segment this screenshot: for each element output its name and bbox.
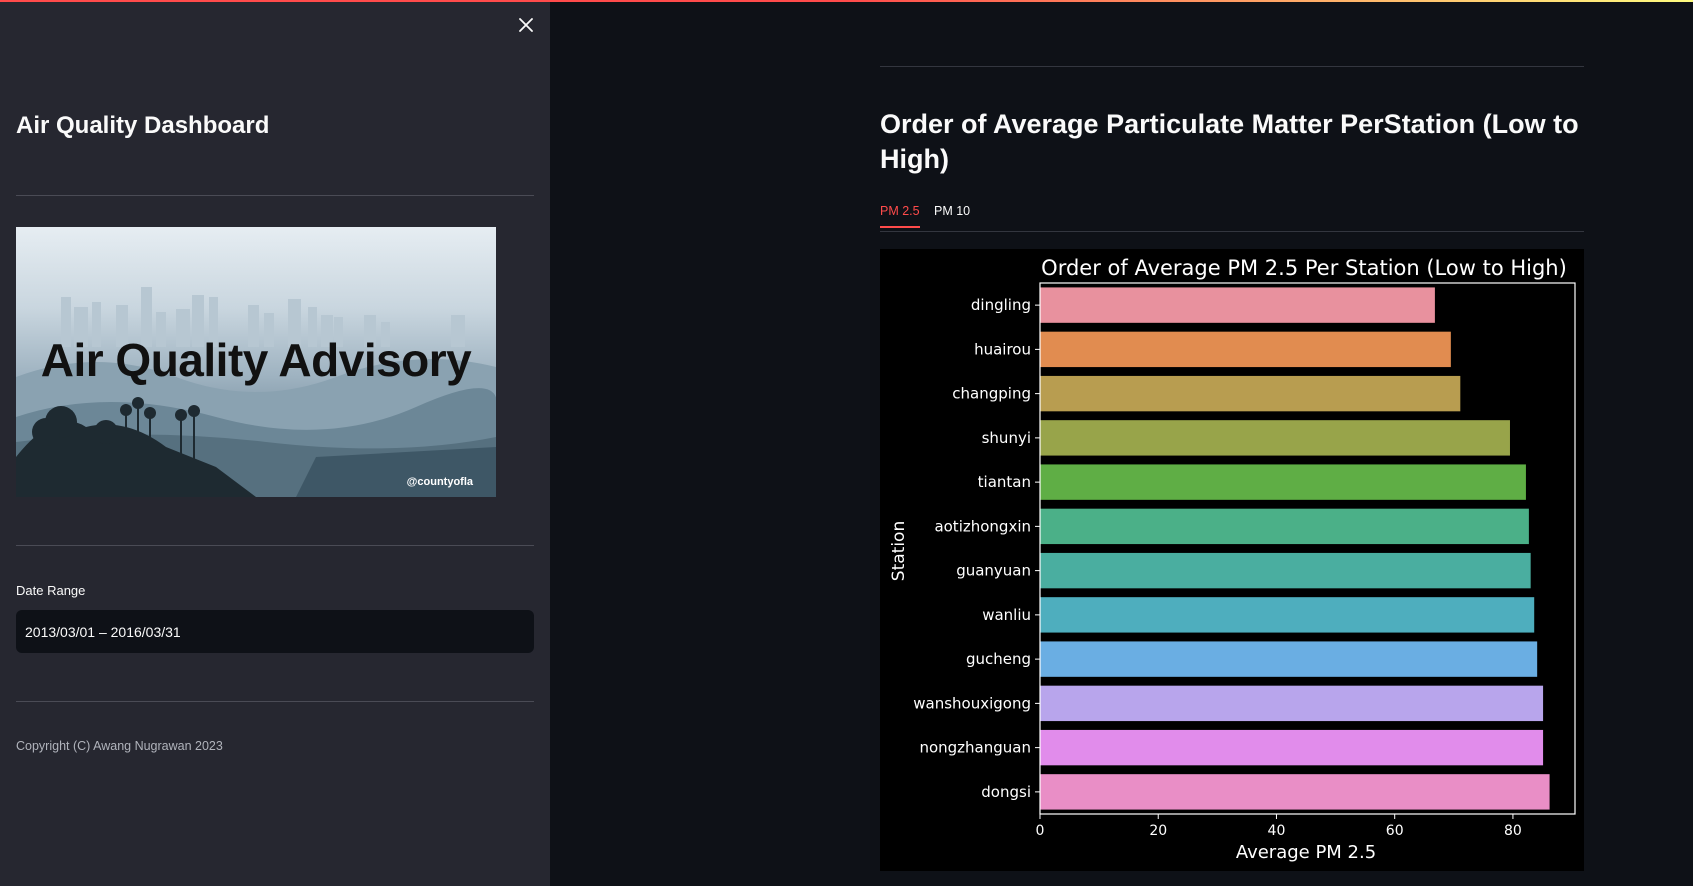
y-axis-label: Station: [889, 521, 909, 581]
y-tick-label: gucheng: [966, 650, 1031, 668]
bar-dongsi: [1040, 774, 1550, 810]
top-accent-bar: [0, 0, 1693, 2]
bar-tiantan: [1040, 464, 1526, 500]
x-tick-label: 80: [1504, 823, 1522, 839]
bar-shunyi: [1040, 420, 1510, 456]
y-tick-label: shunyi: [982, 429, 1031, 447]
tab-pm10[interactable]: PM 10: [934, 204, 970, 226]
bar-dingling: [1040, 287, 1435, 323]
y-tick-label: huairou: [974, 340, 1031, 358]
bar-changping: [1040, 375, 1461, 412]
sidebar-title: Air Quality Dashboard: [16, 112, 270, 139]
sidebar-divider: [16, 701, 534, 702]
x-tick-label: 40: [1268, 823, 1286, 839]
bar-guanyuan: [1040, 552, 1531, 589]
bar-huairou: [1040, 331, 1451, 368]
date-range-input[interactable]: 2013/03/01 – 2016/03/31: [16, 610, 534, 653]
banner-credit: @countyofla: [406, 476, 473, 488]
y-tick-label: wanshouxigong: [913, 694, 1031, 712]
y-tick-label: tiantan: [978, 473, 1031, 491]
x-tick-label: 60: [1386, 823, 1404, 839]
x-tick-label: 0: [1036, 823, 1045, 839]
chart-svg: Order of Average PM 2.5 Per Station (Low…: [889, 256, 1576, 863]
y-tick-label: nongzhanguan: [919, 739, 1031, 757]
bar-gucheng: [1040, 641, 1538, 677]
sidebar-divider: [16, 545, 534, 546]
banner-heading: Air Quality Advisory: [40, 334, 472, 386]
date-range-label: Date Range: [16, 583, 86, 598]
main-divider: [880, 66, 1584, 67]
tab-bar: PM 2.5 PM 10: [880, 198, 1584, 232]
bar-nongzhanguan: [1040, 729, 1544, 766]
air-quality-banner-image: Air Quality Advisory @countyofla: [16, 227, 496, 497]
sidebar-divider: [16, 195, 534, 196]
tab-pm25[interactable]: PM 2.5: [880, 204, 920, 228]
chart-title: Order of Average PM 2.5 Per Station (Low…: [1041, 256, 1567, 280]
y-tick-label: dongsi: [981, 783, 1031, 801]
x-axis-label: Average PM 2.5: [1236, 842, 1376, 863]
bar-wanliu: [1040, 597, 1535, 633]
sidebar: Air Quality Dashboard Air Quality Adviso…: [0, 0, 550, 886]
close-icon: [519, 18, 533, 32]
close-sidebar-button[interactable]: [514, 13, 538, 37]
pm25-bar-chart: Order of Average PM 2.5 Per Station (Low…: [880, 249, 1584, 871]
copyright-text: Copyright (C) Awang Nugrawan 2023: [16, 739, 223, 753]
y-tick-label: changping: [952, 385, 1031, 403]
y-tick-label: wanliu: [982, 606, 1031, 624]
bar-aotizhongxin: [1040, 508, 1529, 545]
y-tick-label: dingling: [971, 296, 1031, 314]
x-tick-label: 20: [1149, 823, 1167, 839]
y-tick-label: guanyuan: [956, 562, 1031, 580]
page-title: Order of Average Particulate Matter PerS…: [880, 109, 1579, 174]
y-tick-label: aotizhongxin: [934, 517, 1031, 535]
bar-wanshouxigong: [1040, 685, 1544, 722]
date-range-value: 2013/03/01 – 2016/03/31: [25, 623, 181, 640]
